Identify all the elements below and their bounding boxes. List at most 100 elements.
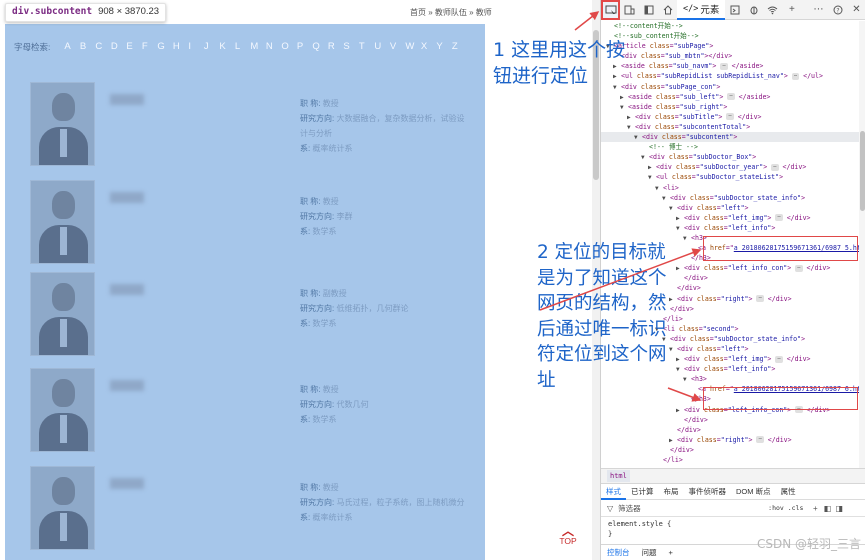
annotation-note-1: 1 这里用这个按钮进行定位 <box>493 39 626 87</box>
filter-icon: ▽ <box>607 503 614 513</box>
styles-tab[interactable]: 事件侦听器 <box>684 484 732 500</box>
site-breadcrumb[interactable]: 首页 » 教师队伍 » 教师 <box>410 7 492 18</box>
help-icon[interactable]: ? <box>828 0 847 20</box>
dom-node-line[interactable]: ▶ <ul class="subRepidList subRepidList_na… <box>601 71 859 81</box>
inspect-element-icon[interactable] <box>601 0 620 20</box>
teacher-photo[interactable] <box>30 82 95 166</box>
dom-node-line[interactable]: ▶ <div class="left_img"> ⋯ </div> <box>601 213 859 223</box>
dom-node-line[interactable]: <!--content开始--> <box>601 21 859 31</box>
back-to-top-button[interactable]: ︿ TOP <box>553 525 583 546</box>
teacher-photo[interactable] <box>30 466 95 550</box>
dom-node-line[interactable]: ▼ <li> <box>601 183 859 193</box>
dom-node-line[interactable]: ▼ <aside class="sub_right"> <box>601 102 859 112</box>
teacher-photo[interactable] <box>30 180 95 264</box>
dom-node-line[interactable]: ▼ <div class="subPage_con"> <box>601 82 859 92</box>
computed-sidebar-icon[interactable]: ◨ <box>833 504 845 513</box>
dom-node-line[interactable]: ▼ <div class="subcontentTotal"> <box>601 122 859 132</box>
dom-node-line[interactable]: ▶ <aside class="sub_navm"> ⋯ </aside> <box>601 61 859 71</box>
dom-node-line[interactable]: ▼ <div class="subDoctor_Box"> <box>601 152 859 162</box>
teacher-name-blurred[interactable] <box>110 284 144 295</box>
sidebar-panel-icon[interactable] <box>639 0 658 20</box>
alphabet-letter[interactable]: A <box>64 41 80 53</box>
dom-scrollbar[interactable] <box>859 21 865 468</box>
alphabet-letter[interactable]: P <box>297 41 313 53</box>
teacher-name-blurred[interactable] <box>110 94 144 105</box>
hov-cls-toggle[interactable]: :hov .cls <box>768 504 803 512</box>
dom-node-line[interactable]: </li> <box>601 455 859 465</box>
alphabet-letter[interactable]: F <box>142 41 158 53</box>
alphabet-letter[interactable]: B <box>80 41 96 53</box>
dom-node-line[interactable]: <div class="sub_mbtn"></div> <box>601 51 859 61</box>
teacher-photo[interactable] <box>30 272 95 356</box>
dom-node-line[interactable]: ▼ <div class="left_info"> <box>601 223 859 233</box>
alphabet-letter[interactable]: K <box>219 41 235 53</box>
device-toolbar-icon[interactable] <box>620 0 639 20</box>
dom-node-line[interactable]: ▶ <div class="subDoctor_year"> ⋯ </div> <box>601 162 859 172</box>
styles-tab[interactable]: DOM 断点 <box>731 484 776 500</box>
alphabet-letter[interactable]: L <box>235 41 251 53</box>
styles-filter-input[interactable]: 筛选器 <box>618 503 768 514</box>
tab-issues[interactable]: 问题 <box>636 547 663 558</box>
console-icon[interactable] <box>725 0 744 20</box>
network-wifi-icon[interactable] <box>763 0 782 20</box>
dom-node-line[interactable]: ▼ <div class="left"> <box>601 203 859 213</box>
alphabet-letter[interactable]: O <box>281 41 297 53</box>
alphabet-letter[interactable]: E <box>126 41 142 53</box>
alphabet-letter[interactable]: V <box>390 41 406 53</box>
dom-node-line[interactable]: ▼ <div class="subcontent"> <box>601 132 859 143</box>
dom-node-line[interactable]: ▼ <div class="subDoctor_state_info"> <box>601 193 859 203</box>
alphabet-letter[interactable]: M <box>250 41 266 53</box>
breadcrumb-html[interactable]: html <box>607 470 630 482</box>
alphabet-letter[interactable]: C <box>95 41 111 53</box>
teacher-card[interactable]: 职 称: 教授 研究方向: 马氏过程，粒子系统，图上随机微分 系: 概率统计系 <box>30 466 470 552</box>
alphabet-letter[interactable]: H <box>173 41 189 53</box>
teacher-card[interactable]: 职 称: 教授 研究方向: 李群 系: 数学系 <box>30 180 470 266</box>
teacher-name-blurred[interactable] <box>110 192 144 203</box>
sources-bug-icon[interactable] <box>744 0 763 20</box>
dom-node-line[interactable]: </div> <box>601 415 859 425</box>
close-icon[interactable]: ✕ <box>847 0 865 20</box>
teacher-card[interactable]: 职 称: 教授 研究方向: 代数几何 系: 数学系 <box>30 368 470 454</box>
alphabet-letter[interactable]: Z <box>452 41 468 53</box>
teacher-name-blurred[interactable] <box>110 478 144 489</box>
dom-node-line[interactable]: <!--sub_content开始--> <box>601 31 859 41</box>
add-panel-icon[interactable]: + <box>782 0 801 20</box>
dom-scrollbar-thumb[interactable] <box>860 131 865 211</box>
alphabet-letter[interactable]: W <box>405 41 421 53</box>
toggle-element-state-icon[interactable]: ◧ <box>821 504 833 513</box>
teacher-photo[interactable] <box>30 368 95 452</box>
dom-node-line[interactable]: ▶ <div class="subTitle"> ⋯ </div> <box>601 112 859 122</box>
alphabet-letter[interactable]: Q <box>312 41 328 53</box>
styles-tab[interactable]: 布局 <box>659 484 684 500</box>
dom-node-line[interactable]: <!-- 博士 --> <box>601 142 859 152</box>
alphabet-letter[interactable]: I <box>188 41 204 53</box>
dom-node-line[interactable]: </div> <box>601 445 859 455</box>
dom-node-line[interactable]: ▼ <ul class="subDoctor_stateList"> <box>601 172 859 182</box>
teacher-card[interactable]: 职 称: 副教授 研究方向: 低维拓扑，几何群论 系: 数学系 <box>30 272 470 358</box>
alphabet-letter[interactable]: Y <box>436 41 452 53</box>
alphabet-letter[interactable]: X <box>421 41 437 53</box>
dom-node-line[interactable]: ▼ <article class="subPage"> <box>601 41 859 51</box>
alphabet-letter[interactable]: U <box>374 41 390 53</box>
alphabet-letter[interactable]: G <box>157 41 173 53</box>
add-drawer-tab-icon[interactable]: + <box>663 548 679 557</box>
alphabet-letter[interactable]: J <box>204 41 220 53</box>
new-rule-icon[interactable]: + <box>809 504 821 513</box>
styles-tab[interactable]: 属性 <box>776 484 801 500</box>
dom-node-line[interactable]: ▶ <div class="right"> ⋯ </div> <box>601 435 859 445</box>
teacher-name-blurred[interactable] <box>110 380 144 391</box>
alphabet-letter[interactable]: S <box>343 41 359 53</box>
alphabet-letter[interactable]: N <box>266 41 282 53</box>
tab-console[interactable]: 控制台 <box>601 547 636 558</box>
alphabet-letter[interactable]: D <box>111 41 127 53</box>
alphabet-letter[interactable]: R <box>328 41 344 53</box>
styles-tab[interactable]: 样式 <box>601 484 626 500</box>
dom-node-line[interactable]: </div> <box>601 425 859 435</box>
tab-elements[interactable]: </> 元素 <box>677 0 726 20</box>
styles-tab[interactable]: 已计算 <box>626 484 659 500</box>
dom-node-line[interactable]: ▶ <aside class="sub_left"> ⋯ </aside> <box>601 92 859 102</box>
alphabet-letter[interactable]: T <box>359 41 375 53</box>
teacher-card[interactable]: 职 称: 教授 研究方向: 大数据融合，复杂数据分析，试验设计与分析 系: 概率统计… <box>30 82 470 168</box>
more-options-icon[interactable]: ⋯ <box>809 0 828 20</box>
home-icon[interactable] <box>658 0 677 20</box>
